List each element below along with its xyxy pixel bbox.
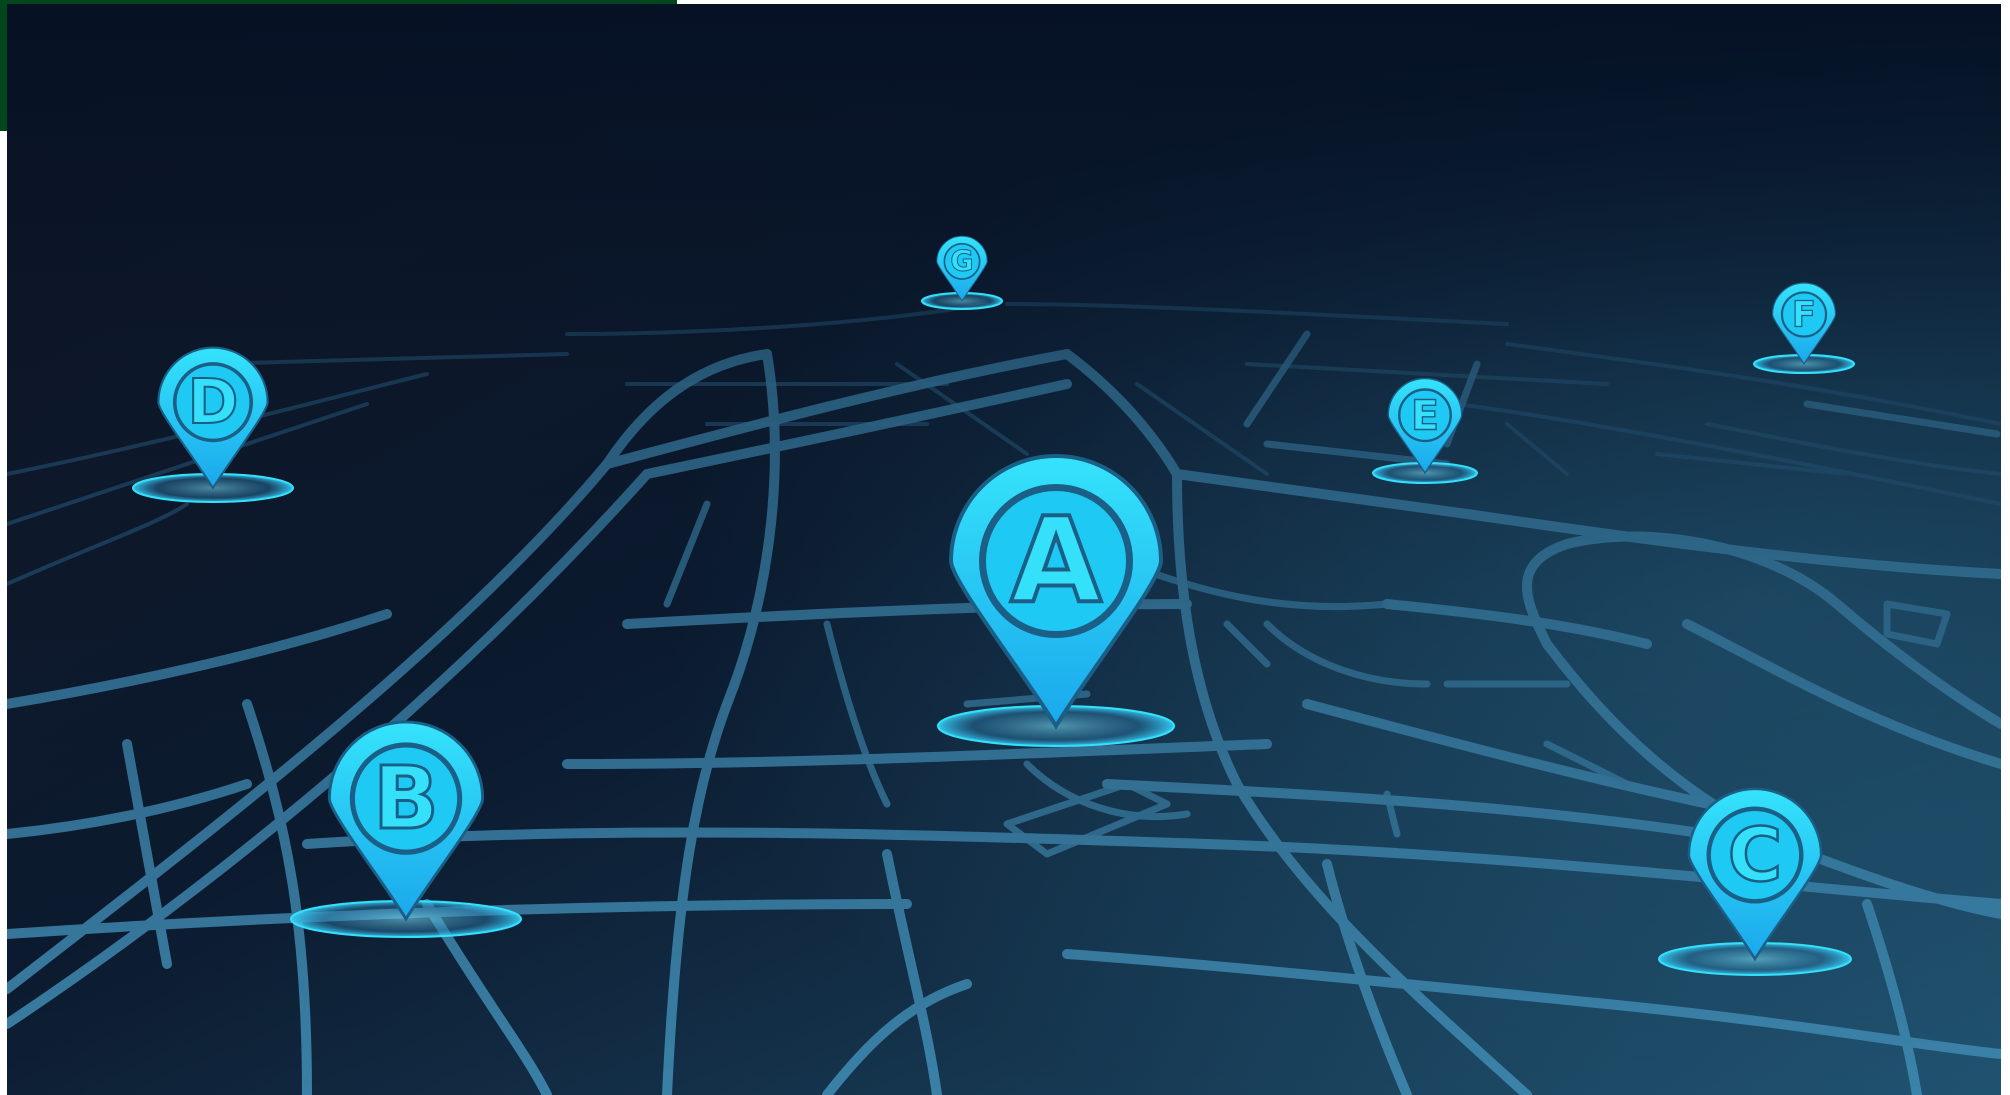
pin-b-label: B: [373, 749, 439, 849]
pin-f-label: F: [1792, 295, 1816, 336]
pin-d-label: D: [188, 367, 239, 438]
pin-g-label: G: [950, 245, 973, 278]
map-canvas[interactable]: A B C D E F G: [7, 4, 2001, 1095]
map-view[interactable]: A B C D E F G: [7, 4, 2001, 1095]
pin-c-label: C: [1728, 811, 1783, 898]
pin-e-label: E: [1411, 391, 1439, 439]
pin-a-label: A: [1010, 491, 1101, 629]
